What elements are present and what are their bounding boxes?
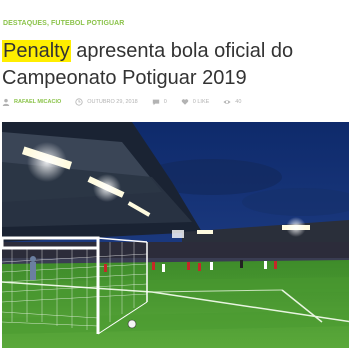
category-links: DESTAQUES, FUTEBOL POTIGUAR — [3, 20, 124, 27]
article-featured-image — [2, 122, 349, 348]
meta-date: OUTUBRO 29, 2018 — [75, 98, 138, 106]
author-link[interactable]: RAFAEL MICACIO — [14, 99, 61, 105]
date-text: OUTUBRO 29, 2018 — [87, 99, 138, 105]
comment-bubble-icon — [152, 99, 159, 106]
clock-icon — [75, 98, 83, 106]
heart-icon — [181, 99, 188, 105]
article-title: Penalty apresenta bola oficial do Campeo… — [2, 38, 347, 92]
title-highlight: Penalty — [2, 40, 71, 62]
meta-views: 40 — [223, 98, 241, 106]
category-destaques-link[interactable]: DESTAQUES — [3, 20, 47, 27]
category-futebol-potiguar-link[interactable]: FUTEBOL POTIGUAR — [51, 20, 124, 27]
article-meta: RAFAEL MICACIO OUTUBRO 29, 2018 0 0 LIKE… — [2, 96, 352, 108]
views-count: 40 — [235, 99, 242, 105]
user-icon — [2, 98, 10, 106]
comments-count: 0 — [163, 99, 167, 105]
meta-likes[interactable]: 0 LIKE — [181, 98, 210, 106]
likes-count: 0 LIKE — [192, 99, 210, 105]
meta-comments[interactable]: 0 — [152, 98, 167, 106]
stadium-photo — [2, 122, 349, 348]
eye-icon — [223, 100, 231, 104]
meta-author: RAFAEL MICACIO — [2, 98, 61, 106]
